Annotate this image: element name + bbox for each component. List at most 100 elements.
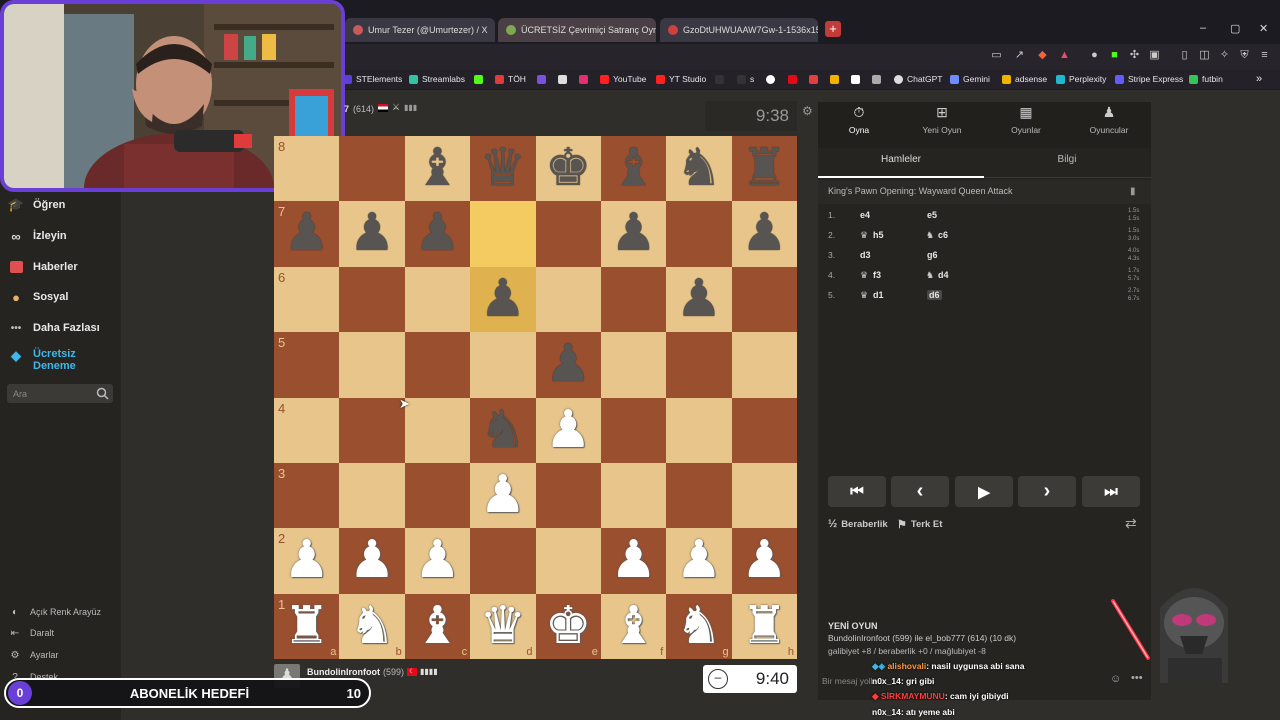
tab-oyna[interactable]: ⏱ Oyna — [819, 104, 899, 135]
square-f3[interactable] — [600, 462, 667, 529]
first-move-button[interactable]: ⏮ — [828, 476, 886, 507]
nav-ucretsiz-deneme[interactable]: ◆ Ücretsiz Deneme — [8, 348, 76, 376]
black-pawn-icon[interactable]: ♟ — [274, 201, 339, 266]
search-input[interactable] — [7, 384, 93, 403]
square-e1[interactable]: e ♚ — [535, 593, 601, 659]
share-icon[interactable]: ↗ — [1013, 49, 1026, 62]
queen-icon[interactable]: ♛ — [860, 230, 868, 241]
square-g2[interactable]: ♟ — [666, 528, 732, 594]
square-e7[interactable] — [535, 201, 601, 267]
play-button[interactable]: ▶ — [955, 476, 1013, 507]
black-pawn-icon[interactable]: ♟ — [666, 267, 731, 332]
nav-light-theme[interactable]: ◐ Açık Renk Arayüz — [9, 605, 101, 619]
square-b2[interactable]: ♟ — [339, 528, 405, 594]
bookmark-stelements[interactable]: STElements — [343, 72, 402, 86]
square-f8[interactable]: ♝ — [600, 136, 667, 202]
knight-icon[interactable]: ♞ — [926, 230, 934, 241]
black-pawn-icon[interactable]: ♟ — [732, 201, 797, 266]
white-king-icon[interactable]: ♚ — [536, 594, 601, 659]
bookmark-ext[interactable] — [830, 72, 843, 86]
brave-shield-icon[interactable]: ◆ — [1036, 49, 1049, 62]
white-pawn-icon[interactable]: ♟ — [274, 528, 339, 593]
queen-icon[interactable]: ♛ — [860, 290, 868, 301]
tab-oyunlar[interactable]: ▦ Oyunlar — [986, 104, 1066, 135]
flip-board-icon[interactable]: ⇄ — [1125, 515, 1137, 532]
bookmark-tiktok[interactable] — [715, 72, 728, 86]
new-tab-button[interactable]: + — [825, 21, 841, 37]
minimize-button[interactable]: – — [1200, 22, 1206, 34]
next-move-button[interactable]: › — [1018, 476, 1076, 507]
black-pawn-icon[interactable]: ♟ — [601, 201, 666, 266]
rewards-icon[interactable]: ▲ — [1058, 49, 1071, 62]
square-f4[interactable] — [600, 397, 667, 463]
square-h7[interactable]: ♟ — [731, 201, 797, 267]
bookmarks-overflow-icon[interactable]: » — [1256, 72, 1262, 86]
black-rook-icon[interactable]: ♜ — [732, 136, 797, 201]
black-pawn-icon[interactable]: ♟ — [470, 267, 535, 332]
bookmark-toh[interactable]: TÖH — [495, 72, 526, 86]
white-pawn-icon[interactable]: ♟ — [601, 528, 666, 593]
white-move[interactable]: f3 — [873, 270, 881, 280]
square-h8[interactable]: ♜ — [731, 136, 797, 202]
square-d2[interactable] — [470, 528, 536, 594]
subtab-hamleler[interactable]: Hamleler — [818, 154, 984, 165]
square-c2[interactable]: ♟ — [404, 528, 471, 594]
square-d7[interactable] — [470, 201, 536, 267]
black-pawn-icon[interactable]: ♟ — [339, 201, 404, 266]
square-g3[interactable] — [666, 462, 732, 529]
bookmark-kick[interactable] — [474, 72, 487, 86]
square-g8[interactable]: ♞ — [666, 136, 732, 202]
square-g1[interactable]: g ♞ — [666, 593, 732, 659]
bookmark-tiktok-s[interactable]: s — [737, 72, 754, 86]
square-d4[interactable]: ♞ — [470, 397, 536, 463]
black-pawn-icon[interactable]: ♟ — [536, 332, 601, 397]
square-f1[interactable]: f ♝ — [600, 593, 667, 659]
bookmark-yt-studio[interactable]: YT Studio — [656, 72, 706, 86]
square-g4[interactable] — [666, 397, 732, 463]
white-move[interactable]: d1 — [873, 290, 884, 300]
square-f7[interactable]: ♟ — [600, 201, 667, 267]
tab-yeni-oyun[interactable]: ⊞ Yeni Oyun — [902, 104, 982, 135]
last-move-button[interactable]: ⏭ — [1082, 476, 1140, 507]
nav-ogren[interactable]: 🎓 Öğren — [8, 194, 66, 216]
square-c4[interactable] — [404, 397, 471, 463]
square-f6[interactable] — [600, 266, 667, 333]
close-window-button[interactable]: ✕ — [1259, 22, 1268, 35]
bookmark-perplexity[interactable]: Perplexity — [1056, 72, 1106, 86]
white-rook-icon[interactable]: ♜ — [732, 594, 797, 659]
square-a6[interactable]: 6 — [274, 266, 340, 333]
bookmark-streamlabs[interactable]: Streamlabs — [409, 72, 465, 86]
bookmark-ext[interactable] — [872, 72, 885, 86]
nav-daha-fazlasi[interactable]: ••• Daha Fazlası — [8, 317, 100, 339]
square-h4[interactable] — [731, 397, 797, 463]
bookmark-amazon[interactable] — [851, 72, 864, 86]
square-h2[interactable]: ♟ — [731, 528, 797, 594]
nav-izleyin[interactable]: ∞ İzleyin — [8, 225, 66, 247]
bookmark-ext[interactable] — [766, 72, 779, 86]
leo-icon[interactable]: ✧ — [1218, 49, 1231, 62]
queen-icon[interactable]: ♛ — [860, 270, 868, 281]
black-bishop-icon[interactable]: ♝ — [405, 136, 470, 201]
bookmark-instagram[interactable] — [579, 72, 592, 86]
white-move[interactable]: d3 — [860, 250, 871, 260]
black-pawn-icon[interactable]: ♟ — [405, 201, 470, 266]
black-queen-icon[interactable]: ♛ — [470, 136, 535, 201]
nav-settings[interactable]: ⚙ Ayarlar — [9, 648, 59, 662]
extension-icon[interactable]: ■ — [1108, 49, 1121, 62]
square-e3[interactable] — [535, 462, 601, 529]
extension-icon[interactable]: ▣ — [1148, 49, 1161, 62]
bookmark-twitch[interactable] — [537, 72, 550, 86]
bookmark-stripe-express[interactable]: Stripe Express — [1115, 72, 1183, 86]
white-pawn-icon[interactable]: ♟ — [470, 463, 535, 528]
sidebar-icon[interactable]: ▯ — [1178, 49, 1191, 62]
white-pawn-icon[interactable]: ♟ — [536, 398, 601, 463]
white-rook-icon[interactable]: ♜ — [274, 594, 339, 659]
black-move[interactable]: g6 — [927, 250, 938, 260]
search-icon[interactable] — [96, 387, 109, 400]
bookmark-chatgpt[interactable]: ChatGPT — [894, 72, 942, 86]
nav-sosyal[interactable]: ● Sosyal — [8, 286, 68, 308]
square-f2[interactable]: ♟ — [600, 528, 667, 594]
player-name[interactable]: BundolinIronfoot — [307, 667, 380, 677]
square-h5[interactable] — [731, 332, 797, 398]
bookmark-x[interactable] — [558, 72, 571, 86]
